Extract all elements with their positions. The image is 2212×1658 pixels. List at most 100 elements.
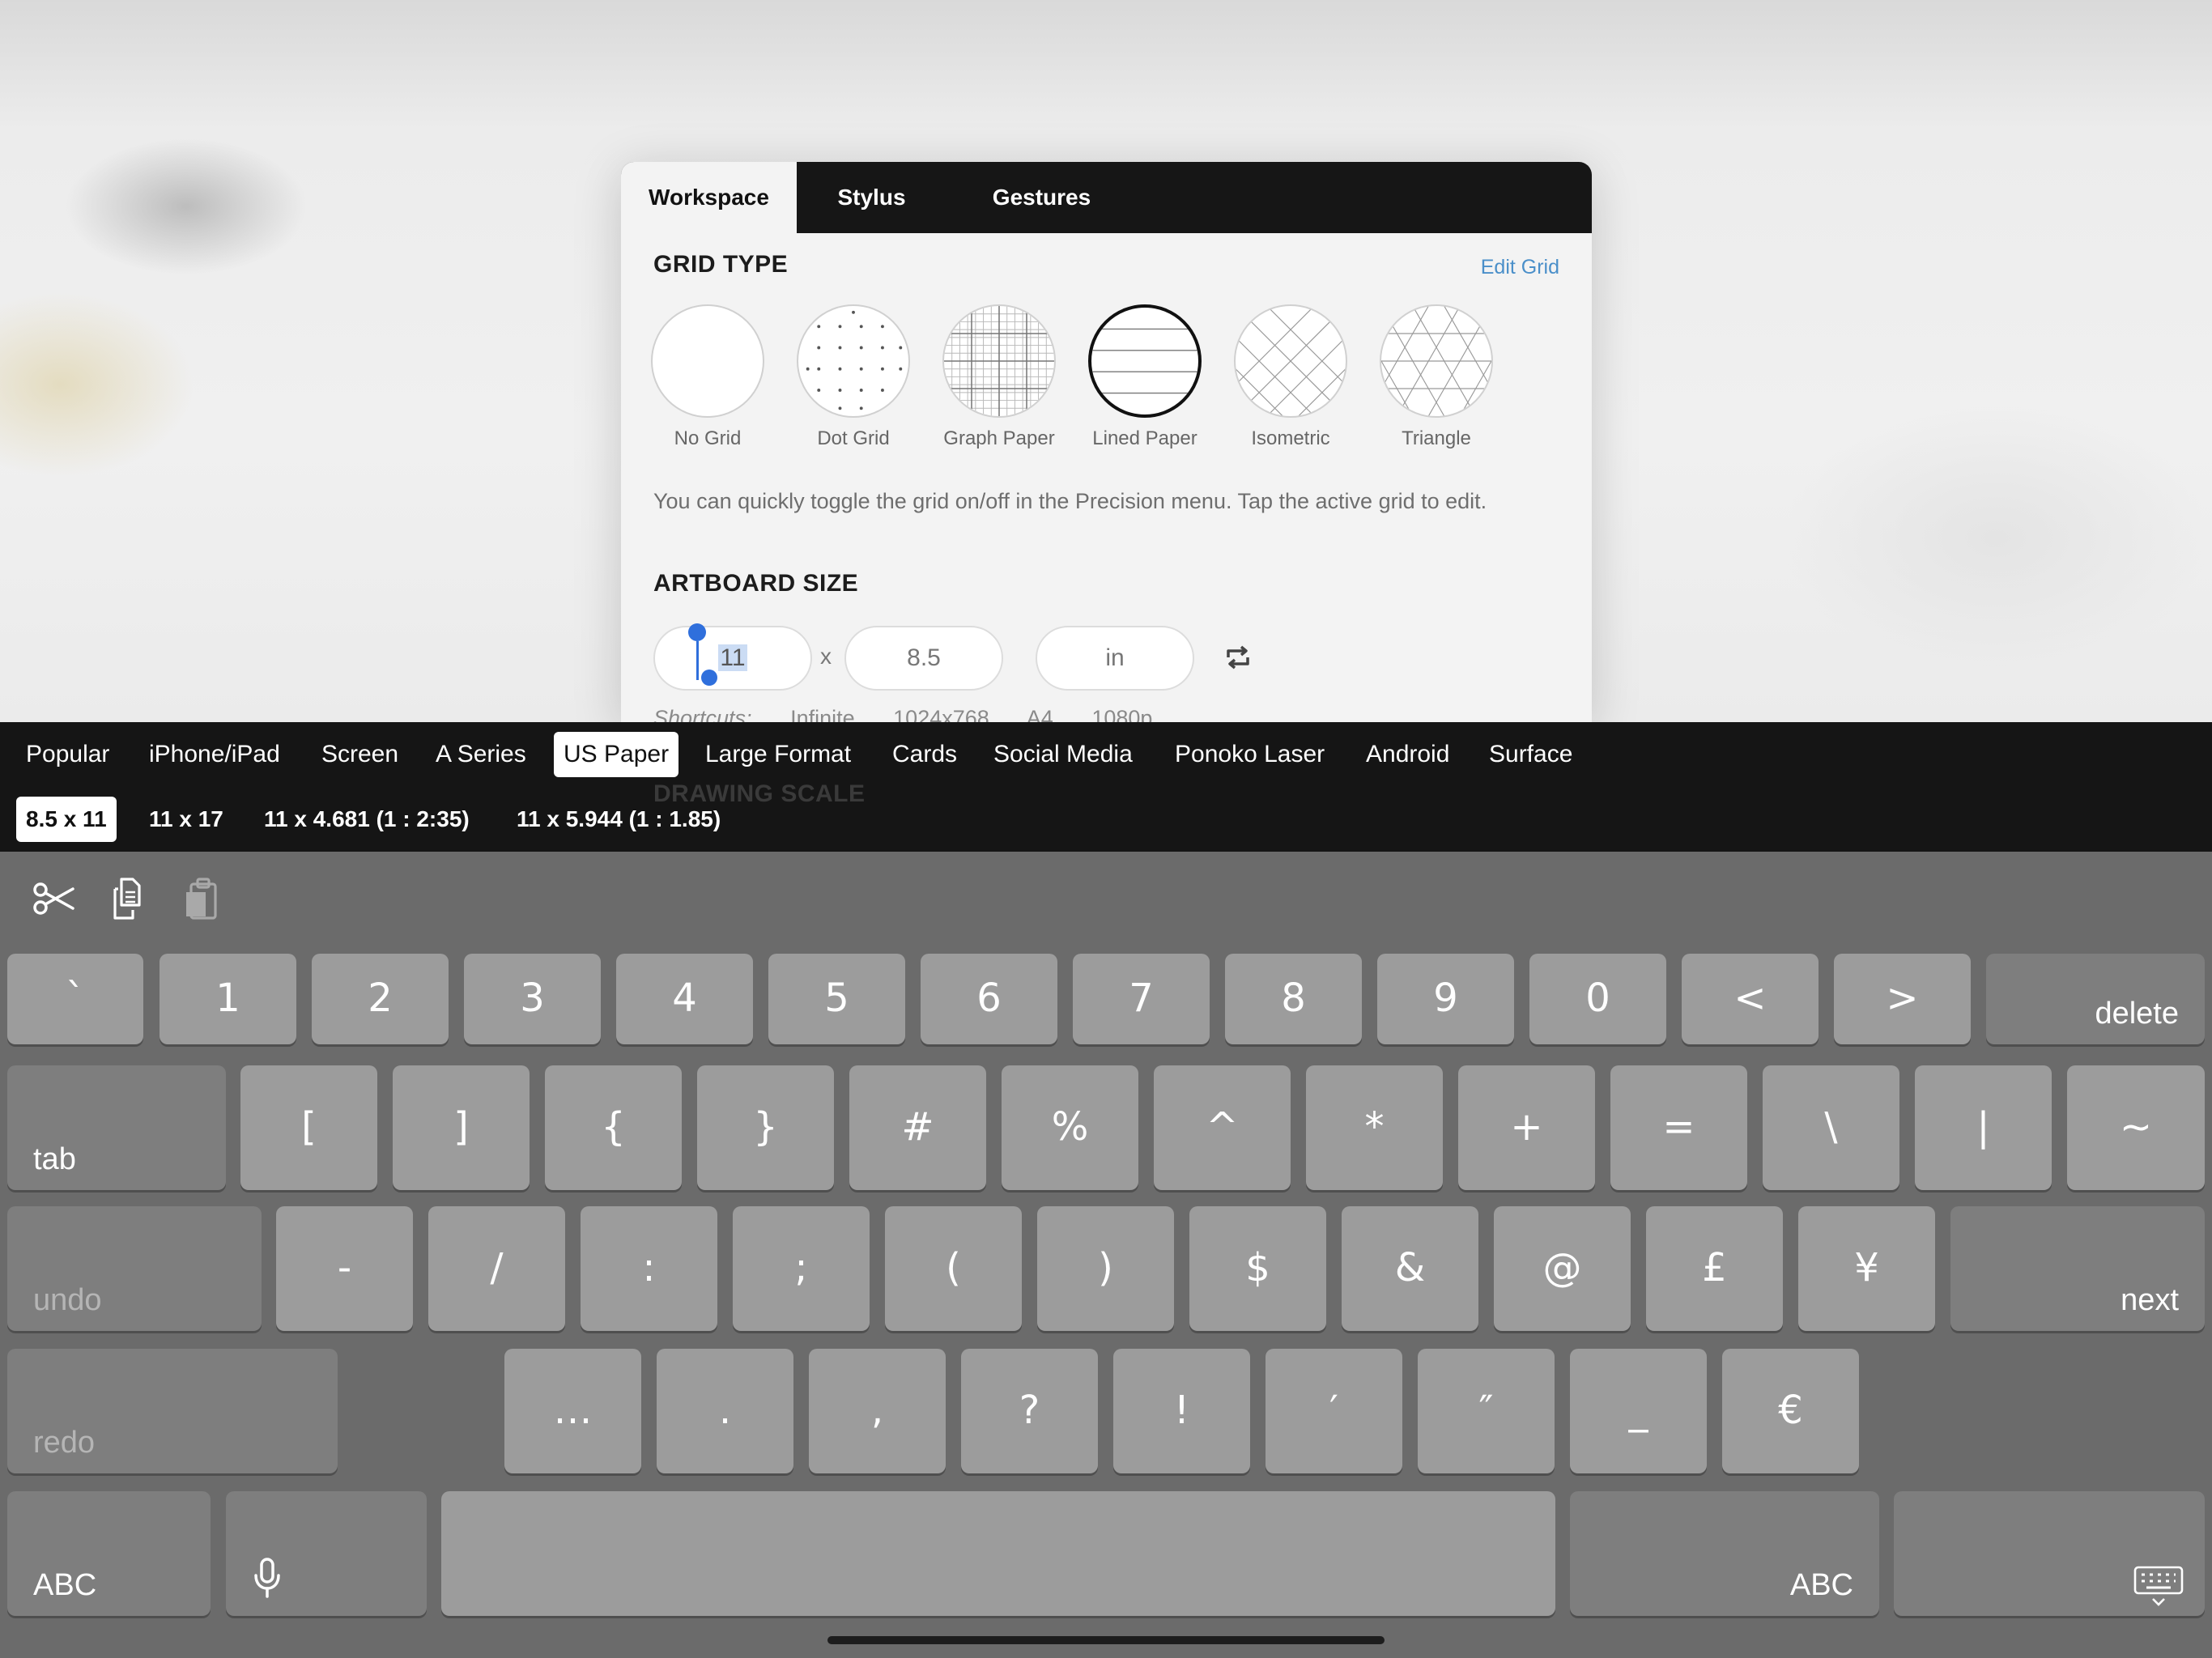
key-5[interactable]: 5 xyxy=(768,954,905,1044)
abc-key-right[interactable]: ABC xyxy=(1570,1491,1879,1616)
scissors-icon[interactable] xyxy=(31,874,79,923)
key-comma[interactable]: , xyxy=(809,1349,946,1473)
shortcut-1080p[interactable]: 1080p xyxy=(1091,706,1152,722)
preset-category-cards[interactable]: Cards xyxy=(883,732,967,777)
key-yen[interactable]: ¥ xyxy=(1798,1206,1935,1331)
grid-option-no-grid[interactable]: No Grid xyxy=(635,304,781,450)
artboard-width-field[interactable]: 11 xyxy=(653,626,812,691)
key-colon[interactable]: : xyxy=(581,1206,717,1331)
preset-category-iphone-ipad[interactable]: iPhone/iPad xyxy=(139,732,290,777)
home-indicator[interactable] xyxy=(827,1636,1385,1644)
abc-key-left[interactable]: ABC xyxy=(7,1491,211,1616)
shortcut-a4[interactable]: A4 xyxy=(1027,706,1053,722)
key-4[interactable]: 4 xyxy=(616,954,753,1044)
preset-category-large-format[interactable]: Large Format xyxy=(696,732,861,777)
triangle-icon xyxy=(1380,304,1493,418)
shortcut-infinite[interactable]: Infinite xyxy=(790,706,855,722)
settings-panel: Workspace Stylus Gestures GRID TYPE Edit… xyxy=(621,162,1592,722)
microphone-key[interactable] xyxy=(226,1491,427,1616)
preset-category-ponoko-laser[interactable]: Ponoko Laser xyxy=(1165,732,1334,777)
preset-category-android[interactable]: Android xyxy=(1356,732,1459,777)
preset-category-surface[interactable]: Surface xyxy=(1479,732,1582,777)
key-less-than[interactable]: < xyxy=(1682,954,1819,1044)
key-question[interactable]: ? xyxy=(961,1349,1098,1473)
key-1[interactable]: 1 xyxy=(160,954,296,1044)
key-2[interactable]: 2 xyxy=(312,954,449,1044)
key-double-prime[interactable]: ″ xyxy=(1418,1349,1555,1473)
key-backslash[interactable]: \ xyxy=(1763,1065,1899,1190)
key-7[interactable]: 7 xyxy=(1073,954,1210,1044)
tab-workspace[interactable]: Workspace xyxy=(621,162,797,233)
key-open-bracket[interactable]: [ xyxy=(240,1065,377,1190)
selection-handle-end[interactable] xyxy=(701,670,717,686)
key-percent[interactable]: % xyxy=(1002,1065,1138,1190)
undo-key[interactable]: undo xyxy=(7,1206,262,1331)
key-ampersand[interactable]: & xyxy=(1342,1206,1478,1331)
key-at[interactable]: @ xyxy=(1494,1206,1631,1331)
no-grid-icon xyxy=(651,304,764,418)
tab-key[interactable]: tab xyxy=(7,1065,226,1190)
preset-category-a-series[interactable]: A Series xyxy=(426,732,536,777)
artboard-height-field[interactable]: 8.5 xyxy=(844,626,1003,691)
key-8[interactable]: 8 xyxy=(1225,954,1362,1044)
key-asterisk[interactable]: * xyxy=(1306,1065,1443,1190)
key-pound[interactable]: £ xyxy=(1646,1206,1783,1331)
preset-size-8.5x11[interactable]: 8.5 x 11 xyxy=(16,797,117,842)
preset-size-11x4.681[interactable]: 11 x 4.681 (1 : 2:35) xyxy=(254,797,479,842)
key-equals[interactable]: = xyxy=(1610,1065,1747,1190)
on-screen-keyboard: ` 1 2 3 4 5 6 7 8 9 0 < > delete tab [ ]… xyxy=(0,852,2212,1658)
key-open-paren[interactable]: ( xyxy=(885,1206,1022,1331)
preset-category-us-paper[interactable]: US Paper xyxy=(554,732,679,777)
key-plus[interactable]: + xyxy=(1458,1065,1595,1190)
preset-category-screen[interactable]: Screen xyxy=(312,732,408,777)
grid-option-triangle[interactable]: Triangle xyxy=(1363,304,1509,450)
preset-size-11x17[interactable]: 11 x 17 xyxy=(139,797,233,842)
key-hash[interactable]: # xyxy=(849,1065,986,1190)
next-key[interactable]: next xyxy=(1950,1206,2205,1331)
key-ellipsis[interactable]: … xyxy=(504,1349,641,1473)
key-dollar[interactable]: $ xyxy=(1189,1206,1326,1331)
edit-grid-link[interactable]: Edit Grid xyxy=(1481,256,1559,279)
key-0[interactable]: 0 xyxy=(1529,954,1666,1044)
redo-key[interactable]: redo xyxy=(7,1349,338,1473)
copy-icon[interactable] xyxy=(104,874,152,923)
key-9[interactable]: 9 xyxy=(1377,954,1514,1044)
key-period[interactable]: . xyxy=(657,1349,793,1473)
rotate-orientation-icon[interactable] xyxy=(1223,644,1253,670)
key-open-brace[interactable]: { xyxy=(545,1065,682,1190)
grid-option-graph-paper[interactable]: Graph Paper xyxy=(926,304,1072,450)
key-close-bracket[interactable]: ] xyxy=(393,1065,530,1190)
key-underscore[interactable]: _ xyxy=(1570,1349,1707,1473)
space-bar[interactable] xyxy=(441,1491,1555,1616)
key-6[interactable]: 6 xyxy=(921,954,1057,1044)
preset-category-popular[interactable]: Popular xyxy=(16,732,119,777)
tab-stylus[interactable]: Stylus xyxy=(797,162,946,233)
key-close-brace[interactable]: } xyxy=(697,1065,834,1190)
key-exclamation[interactable]: ! xyxy=(1113,1349,1250,1473)
shortcut-1024x768[interactable]: 1024x768 xyxy=(893,706,989,722)
key-3[interactable]: 3 xyxy=(464,954,601,1044)
grid-option-isometric[interactable]: Isometric xyxy=(1218,304,1363,450)
preset-size-11x5.944[interactable]: 11 x 5.944 (1 : 1.85) xyxy=(507,797,730,842)
preset-category-social-media[interactable]: Social Media xyxy=(984,732,1142,777)
paste-icon[interactable] xyxy=(178,874,227,923)
grid-option-lined-paper[interactable]: Lined Paper xyxy=(1072,304,1218,450)
grid-option-dot-grid[interactable]: Dot Grid xyxy=(781,304,926,450)
key-caret[interactable]: ^ xyxy=(1154,1065,1291,1190)
key-minus[interactable]: - xyxy=(276,1206,413,1331)
artboard-unit-field[interactable]: in xyxy=(1036,626,1194,691)
key-tilde[interactable]: ~ xyxy=(2067,1065,2205,1190)
key-pipe[interactable]: | xyxy=(1915,1065,2052,1190)
key-greater-than[interactable]: > xyxy=(1834,954,1971,1044)
key-close-paren[interactable]: ) xyxy=(1037,1206,1174,1331)
key-slash[interactable]: / xyxy=(428,1206,565,1331)
dismiss-keyboard-key[interactable] xyxy=(1894,1491,2205,1616)
tab-gestures[interactable]: Gestures xyxy=(946,162,1137,233)
selection-handle-start[interactable] xyxy=(688,623,706,641)
key-prime[interactable]: ′ xyxy=(1266,1349,1402,1473)
key-euro[interactable]: € xyxy=(1722,1349,1859,1473)
microphone-icon xyxy=(254,1558,280,1598)
key-semicolon[interactable]: ; xyxy=(733,1206,870,1331)
key-backtick[interactable]: ` xyxy=(7,954,143,1044)
delete-key[interactable]: delete xyxy=(1986,954,2205,1044)
